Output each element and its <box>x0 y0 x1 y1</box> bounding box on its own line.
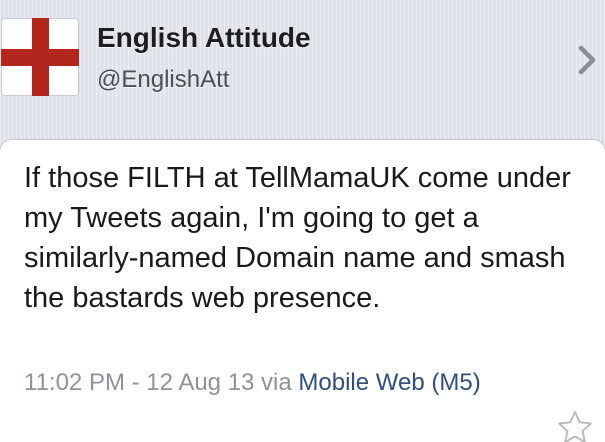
via-label: via <box>254 369 299 396</box>
tweet-source-link[interactable]: Mobile Web (M5) <box>298 369 480 396</box>
tweet-date: 12 Aug 13 <box>146 369 255 396</box>
user-display-name: English Attitude <box>97 22 311 53</box>
tweet-card: If those FILTH at TellMamaUK come under … <box>0 140 605 442</box>
meta-separator: - <box>124 369 147 396</box>
user-handle: @EnglishAtt <box>97 66 230 93</box>
star-icon[interactable] <box>555 408 595 442</box>
profile-header[interactable]: English Attitude @EnglishAtt <box>0 0 605 125</box>
flag-cross-vertical <box>32 18 49 96</box>
tweet-time: 11:02 PM <box>24 369 125 396</box>
england-flag-icon <box>1 18 79 96</box>
chevron-right-icon[interactable] <box>571 40 601 80</box>
tweet-text: If those FILTH at TellMamaUK come under … <box>24 162 571 314</box>
tweet-meta: 11:02 PM - 12 Aug 13 via Mobile Web (M5) <box>24 366 564 400</box>
